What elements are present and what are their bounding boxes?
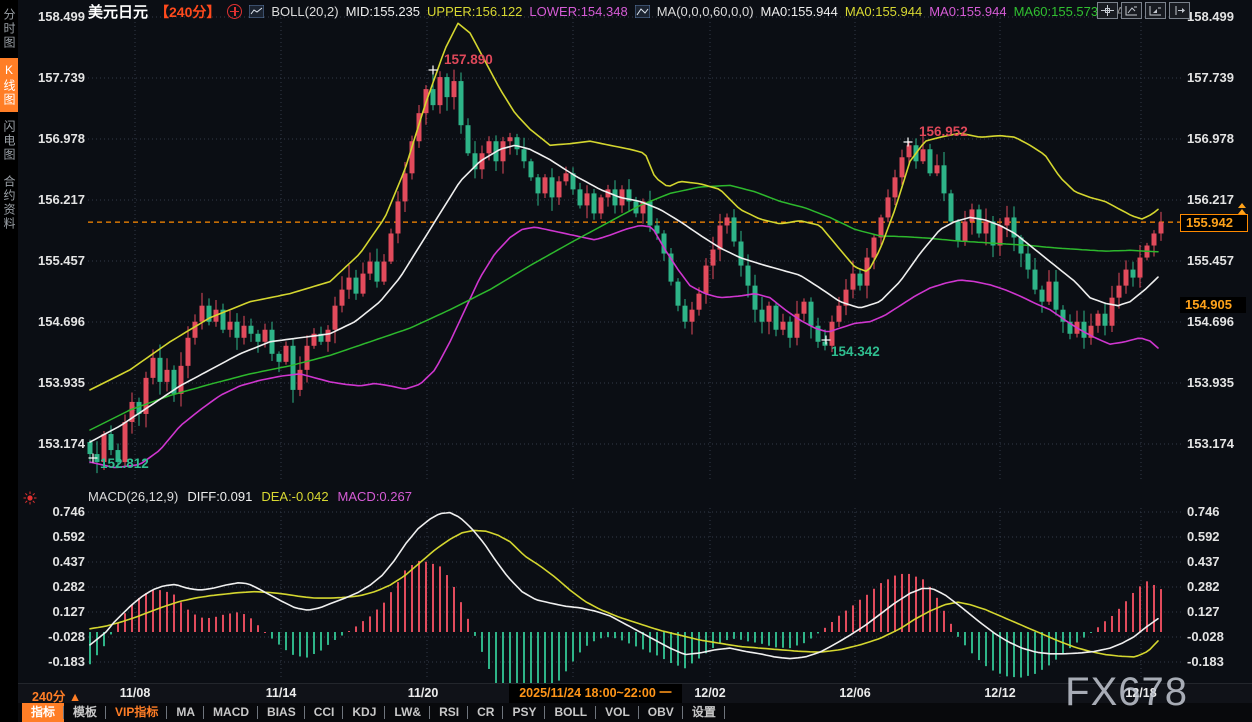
price-axis-left-label: 158.499 (29, 9, 85, 24)
toolbar-tab-1[interactable]: 模板 (64, 703, 106, 722)
toolbar-tab-9[interactable]: RSI (430, 703, 468, 722)
boll-upper-value: UPPER:156.122 (427, 4, 522, 19)
grid (88, 10, 1184, 678)
macd-axis-left-label: -0.183 (29, 654, 85, 669)
boll-lower-line (90, 226, 1158, 468)
toolbar-tab-3[interactable]: MA (167, 703, 204, 722)
crosshair-markers (89, 66, 913, 463)
boll-mid-value: MID:155.235 (346, 4, 420, 19)
zoom-out-chart-icon[interactable] (1145, 2, 1166, 19)
time-axis-date: 11/08 (120, 686, 151, 700)
price-axis-right-label: 157.739 (1187, 70, 1234, 85)
toolbar-tab-2[interactable]: VIP指标 (106, 703, 167, 722)
chart-header: 美元日元 【240分】 BOLL(20,2) MID:155.235 UPPER… (88, 3, 1135, 20)
price-axis-left-label: 157.739 (29, 70, 85, 85)
sidebar-tab-2[interactable]: 闪电图 (0, 115, 18, 167)
macd-axis-right-label: 0.437 (1187, 554, 1220, 569)
macd-label: MACD(26,12,9) (88, 489, 178, 504)
ma-label: MA(0,0,0,60,0,0) (657, 4, 754, 19)
macd-axis-right-label: 0.592 (1187, 529, 1220, 544)
toolbar-tab-10[interactable]: CR (468, 703, 503, 722)
candles (88, 66, 1164, 473)
price-axis-right-label: 158.499 (1187, 9, 1234, 24)
sidebar-tab-1[interactable]: K线图 (0, 58, 18, 112)
left-sidebar: 分时图 K线图闪电图合约资料 (0, 0, 18, 722)
macd-axis-left-label: 0.282 (29, 579, 85, 594)
secondary-price-badge: 154.905 (1180, 297, 1246, 313)
toolbar-tab-11[interactable]: PSY (503, 703, 545, 722)
macd-diff-value: DIFF:0.091 (187, 489, 252, 504)
macd-axis-right-label: 0.282 (1187, 579, 1220, 594)
time-axis-date: 12/12 (984, 686, 1015, 700)
chart-canvas[interactable] (0, 0, 1252, 722)
period-selector[interactable]: 【240分】 (155, 2, 220, 22)
time-axis-date: 11/14 (266, 686, 297, 700)
macd-axis-left-label: 0.127 (29, 604, 85, 619)
price-axis-right-label: 155.457 (1187, 253, 1234, 268)
toolbar-tab-7[interactable]: KDJ (343, 703, 385, 722)
zoom-in-chart-icon[interactable] (1121, 2, 1142, 19)
current-price-badge: 155.942 (1180, 214, 1248, 232)
time-axis-date: 11/20 (408, 686, 439, 700)
add-indicator-icon[interactable] (227, 4, 242, 19)
app-window: { "header": { "symbol": "美元日元", "period"… (0, 0, 1252, 722)
annotation-swing-high-price: 156.952 (919, 124, 968, 139)
watermark-logo: FX678 (1065, 672, 1188, 712)
ma-chart-icon[interactable] (635, 5, 650, 18)
price-axis-left-label: 156.217 (29, 192, 85, 207)
price-axis-left-label: 153.935 (29, 375, 85, 390)
toolbar-tab-0[interactable]: 指标 (22, 703, 64, 722)
crosshair-date-readout: 2025/11/24 18:00~22:00 一 (509, 684, 682, 703)
toolbar-tab-5[interactable]: BIAS (258, 703, 305, 722)
time-axis-date: 12/06 (839, 686, 870, 700)
toolbar-tab-12[interactable]: BOLL (545, 703, 596, 722)
macd-axis-left-label: 0.437 (29, 554, 85, 569)
price-axis-right-label: 153.174 (1187, 436, 1234, 451)
macd-dea-value: DEA:-0.042 (261, 489, 328, 504)
ma0-white-value: MA0:155.944 (761, 4, 838, 19)
macd-dea-line (90, 530, 1158, 657)
symbol-title: 美元日元 (88, 1, 148, 22)
sidebar-tab-3[interactable]: 合约资料 (0, 170, 18, 236)
sidebar-tab-0[interactable]: 分时图 (0, 3, 18, 55)
price-axis-right-label: 156.978 (1187, 131, 1234, 146)
boll-chart-icon[interactable] (249, 5, 264, 18)
macd-axis-left-label: 0.592 (29, 529, 85, 544)
price-axis-left-label: 155.457 (29, 253, 85, 268)
collapse-panel-icon[interactable] (1169, 2, 1190, 19)
toolbar-tab-4[interactable]: MACD (204, 703, 258, 722)
toolbar-tab-8[interactable]: LW& (385, 703, 430, 722)
macd-axis-left-label: 0.746 (29, 504, 85, 519)
chart-toolbar-icons (1097, 2, 1190, 19)
boll-lower-value: LOWER:154.348 (529, 4, 627, 19)
price-axis-right-label: 156.217 (1187, 192, 1234, 207)
crosshair-tool-icon[interactable] (1097, 2, 1118, 19)
toolbar-tab-14[interactable]: OBV (639, 703, 683, 722)
indicator-marker-icon (23, 491, 37, 505)
ma60-value: MA60:155.573 (1014, 4, 1099, 19)
macd-axis-right-label: 0.746 (1187, 504, 1220, 519)
macd-header: MACD(26,12,9) DIFF:0.091 DEA:-0.042 MACD… (88, 489, 412, 504)
macd-axis-left-label: -0.028 (29, 629, 85, 644)
time-axis-date: 12/02 (694, 686, 725, 700)
macd-axis-right-label: 0.127 (1187, 604, 1220, 619)
price-axis-left-label: 154.696 (29, 314, 85, 329)
macd-axis-right-label: -0.183 (1187, 654, 1224, 669)
annotation-swing-low-price: 154.342 (831, 344, 880, 359)
annotation-period-low-price: 152.812 (100, 456, 149, 471)
annotation-high-price: 157.890 (444, 52, 493, 67)
ma0-magenta-value: MA0:155.944 (929, 4, 1006, 19)
macd-macd-value: MACD:0.267 (338, 489, 412, 504)
toolbar-tab-13[interactable]: VOL (596, 703, 639, 722)
price-axis-right-label: 153.935 (1187, 375, 1234, 390)
toolbar-tab-15[interactable]: 设置 (683, 703, 725, 722)
price-axis-left-label: 153.174 (29, 436, 85, 451)
price-axis-right-label: 154.696 (1187, 314, 1234, 329)
toolbar-tab-6[interactable]: CCI (305, 703, 344, 722)
price-up-arrow-icon (1238, 203, 1247, 215)
ma0-yellow-value: MA0:155.944 (845, 4, 922, 19)
boll-label: BOLL(20,2) (271, 4, 338, 19)
price-axis-left-label: 156.978 (29, 131, 85, 146)
macd-axis-right-label: -0.028 (1187, 629, 1224, 644)
